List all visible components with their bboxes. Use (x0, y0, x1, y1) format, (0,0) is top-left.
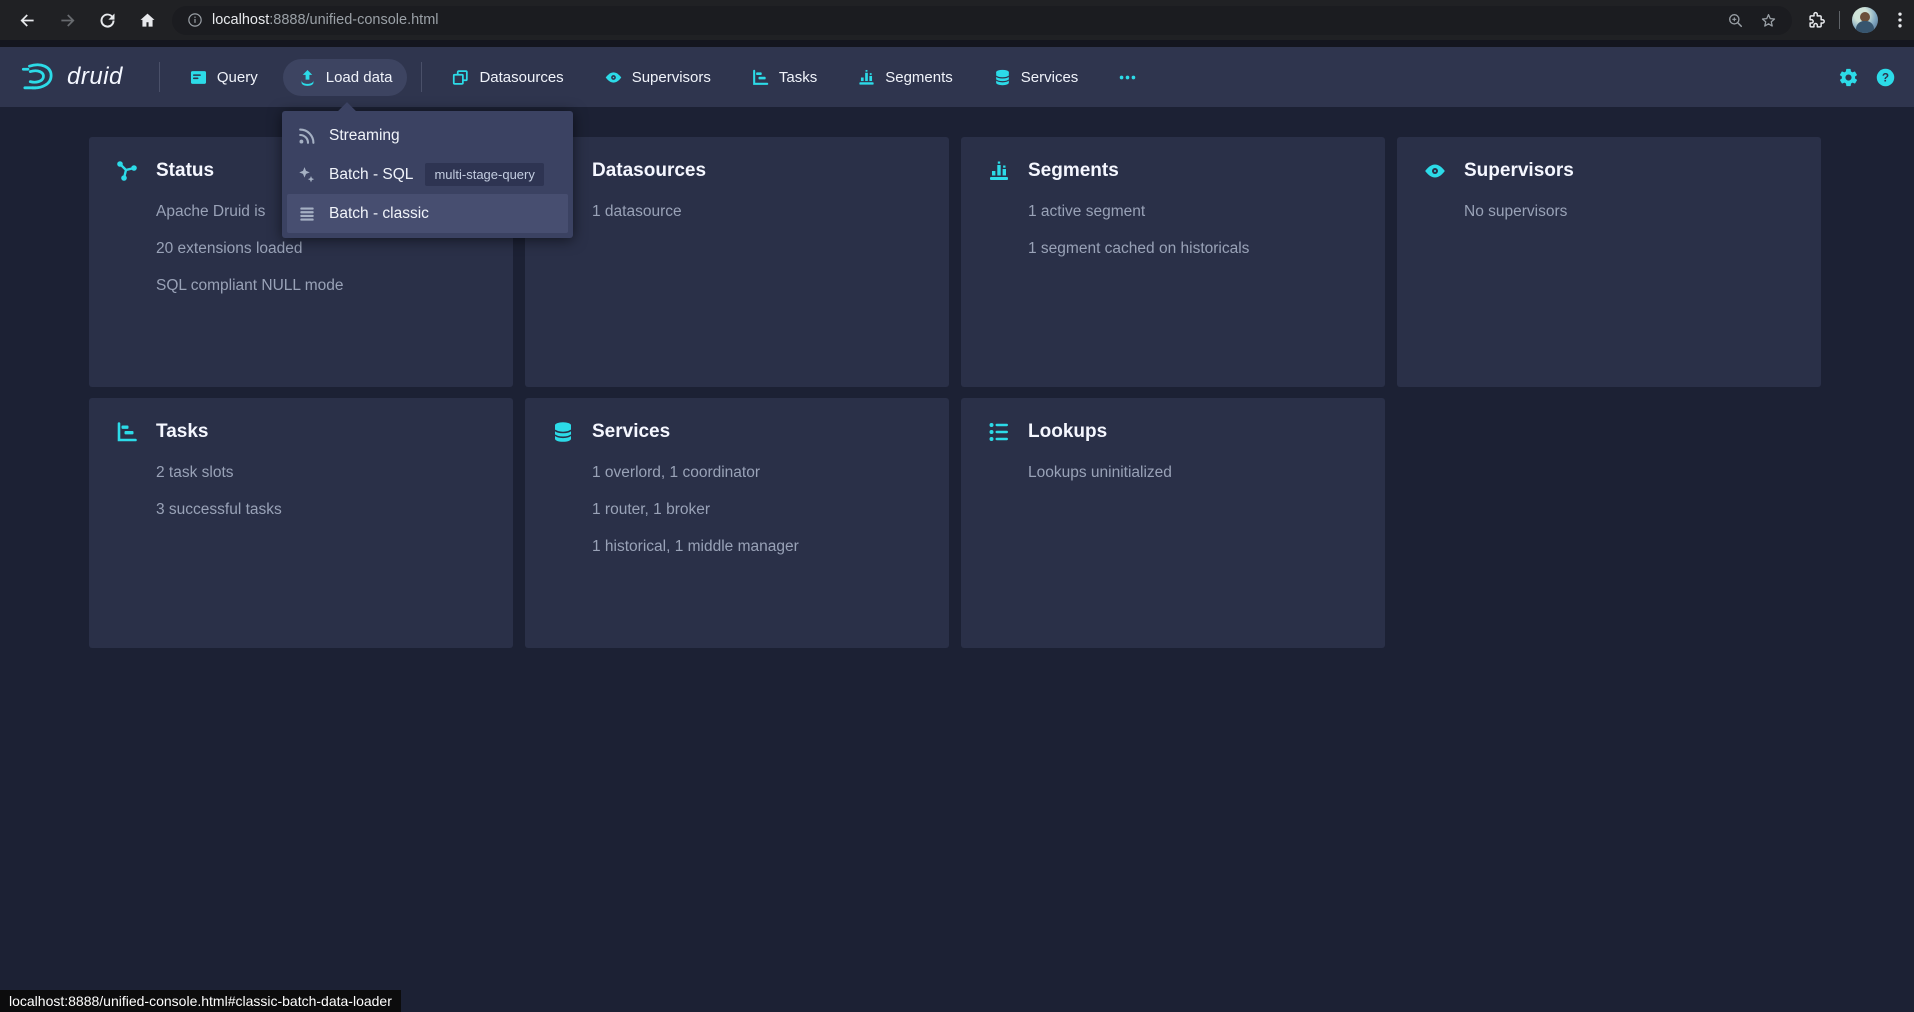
nav-tasks-label: Tasks (779, 69, 817, 86)
card-title: Segments (1028, 160, 1119, 182)
card-line: 1 historical, 1 middle manager (592, 538, 923, 556)
nav-datasources[interactable]: Datasources (436, 59, 578, 96)
card-title: Supervisors (1464, 160, 1574, 182)
sparkles-icon (297, 165, 317, 185)
extensions-icon[interactable] (1806, 10, 1827, 31)
url-text: localhost:8888/unified-console.html (212, 12, 1726, 28)
nav-load-data[interactable]: Load data (283, 59, 408, 96)
nav-services-label: Services (1021, 69, 1079, 86)
nav-divider (159, 62, 160, 92)
status-link-text: localhost:8888/unified-console.html#clas… (9, 993, 392, 1009)
bar-chart-icon (857, 68, 876, 87)
eye-icon (1423, 159, 1447, 183)
card-line: 20 extensions loaded (156, 240, 487, 258)
nav-segments[interactable]: Segments (842, 59, 968, 96)
back-icon (17, 10, 38, 31)
card-title: Status (156, 160, 214, 182)
menu-item-batch-sql[interactable]: Batch - SQL multi-stage-query (287, 155, 568, 194)
menu-item-batch-classic[interactable]: Batch - classic (287, 194, 568, 233)
card-segments[interactable]: Segments 1 active segment 1 segment cach… (961, 137, 1385, 387)
card-line: Lookups uninitialized (1028, 464, 1359, 482)
msq-badge: multi-stage-query (425, 163, 543, 186)
more-icon (1118, 68, 1137, 87)
database-icon (993, 68, 1012, 87)
card-line: No supervisors (1464, 203, 1795, 221)
nav-more[interactable] (1103, 59, 1152, 96)
card-line: 1 segment cached on historicals (1028, 240, 1359, 258)
menu-item-label: Streaming (329, 127, 400, 145)
nav-tasks[interactable]: Tasks (736, 59, 832, 96)
gantt-icon (115, 420, 139, 444)
card-line: 2 task slots (156, 464, 487, 482)
browser-toolbar: localhost:8888/unified-console.html (0, 0, 1914, 40)
menu-item-streaming[interactable]: Streaming (287, 116, 568, 155)
back-button[interactable] (10, 3, 44, 37)
card-line: 3 successful tasks (156, 501, 487, 519)
card-line: 1 datasource (592, 203, 923, 221)
bar-chart-icon (987, 159, 1011, 183)
bookmark-star-icon[interactable] (1759, 11, 1778, 30)
card-supervisors[interactable]: Supervisors No supervisors (1397, 137, 1821, 387)
status-link: localhost:8888/unified-console.html#clas… (0, 990, 401, 1012)
nav-supervisors-label: Supervisors (632, 69, 711, 86)
load-data-menu: Streaming Batch - SQL multi-stage-query … (282, 111, 573, 238)
feed-icon (297, 126, 317, 146)
zoom-icon[interactable] (1726, 11, 1745, 30)
url-path: :8888/unified-console.html (269, 12, 438, 28)
browser-menu-icon[interactable] (1890, 10, 1910, 30)
nav-services[interactable]: Services (978, 59, 1094, 96)
list-icon (297, 204, 317, 224)
nav-query-label: Query (217, 69, 258, 86)
profile-avatar[interactable] (1852, 7, 1878, 33)
forward-icon (57, 10, 78, 31)
nav-query[interactable]: Query (174, 59, 273, 96)
site-info-icon[interactable] (186, 11, 204, 29)
card-lookups[interactable]: Lookups Lookups uninitialized (961, 398, 1385, 648)
card-title: Lookups (1028, 421, 1107, 443)
home-button[interactable] (130, 3, 164, 37)
nav-divider-2 (421, 62, 422, 92)
home-icon (137, 10, 158, 31)
reload-icon (97, 10, 118, 31)
brand-name: druid (67, 63, 123, 91)
gantt-icon (751, 68, 770, 87)
card-services[interactable]: Services 1 overlord, 1 coordinator 1 rou… (525, 398, 949, 648)
nav-supervisors[interactable]: Supervisors (589, 59, 726, 96)
card-title: Services (592, 421, 670, 443)
eye-icon (604, 68, 623, 87)
reload-button[interactable] (90, 3, 124, 37)
toolbar-divider (1839, 11, 1840, 29)
druid-logo-icon (18, 60, 58, 94)
layers-icon (451, 68, 470, 87)
upload-icon (298, 68, 317, 87)
query-icon (189, 68, 208, 87)
card-line: 1 active segment (1028, 203, 1359, 221)
card-line: 1 router, 1 broker (592, 501, 923, 519)
nav-segments-label: Segments (885, 69, 953, 86)
nav-datasources-label: Datasources (479, 69, 563, 86)
card-line: SQL compliant NULL mode (156, 277, 487, 295)
database-icon (551, 420, 575, 444)
window-divider (0, 40, 1914, 47)
properties-icon (987, 420, 1011, 444)
druid-logo[interactable]: druid (18, 60, 123, 94)
svg-text:?: ? (1882, 70, 1889, 84)
menu-item-label: Batch - classic (329, 205, 429, 223)
druid-navbar: druid Query Load data Datasources Superv… (0, 47, 1914, 107)
url-host: localhost (212, 12, 269, 28)
help-icon[interactable]: ? (1875, 67, 1896, 88)
card-tasks[interactable]: Tasks 2 task slots 3 successful tasks (89, 398, 513, 648)
address-bar[interactable]: localhost:8888/unified-console.html (172, 6, 1792, 35)
menu-item-label: Batch - SQL (329, 166, 413, 184)
card-title: Datasources (592, 160, 706, 182)
settings-gear-icon[interactable] (1838, 67, 1859, 88)
forward-button[interactable] (50, 3, 84, 37)
graph-icon (115, 159, 139, 183)
card-title: Tasks (156, 421, 208, 443)
card-line: 1 overlord, 1 coordinator (592, 464, 923, 482)
card-datasources[interactable]: Datasources 1 datasource (525, 137, 949, 387)
nav-load-data-label: Load data (326, 69, 393, 86)
